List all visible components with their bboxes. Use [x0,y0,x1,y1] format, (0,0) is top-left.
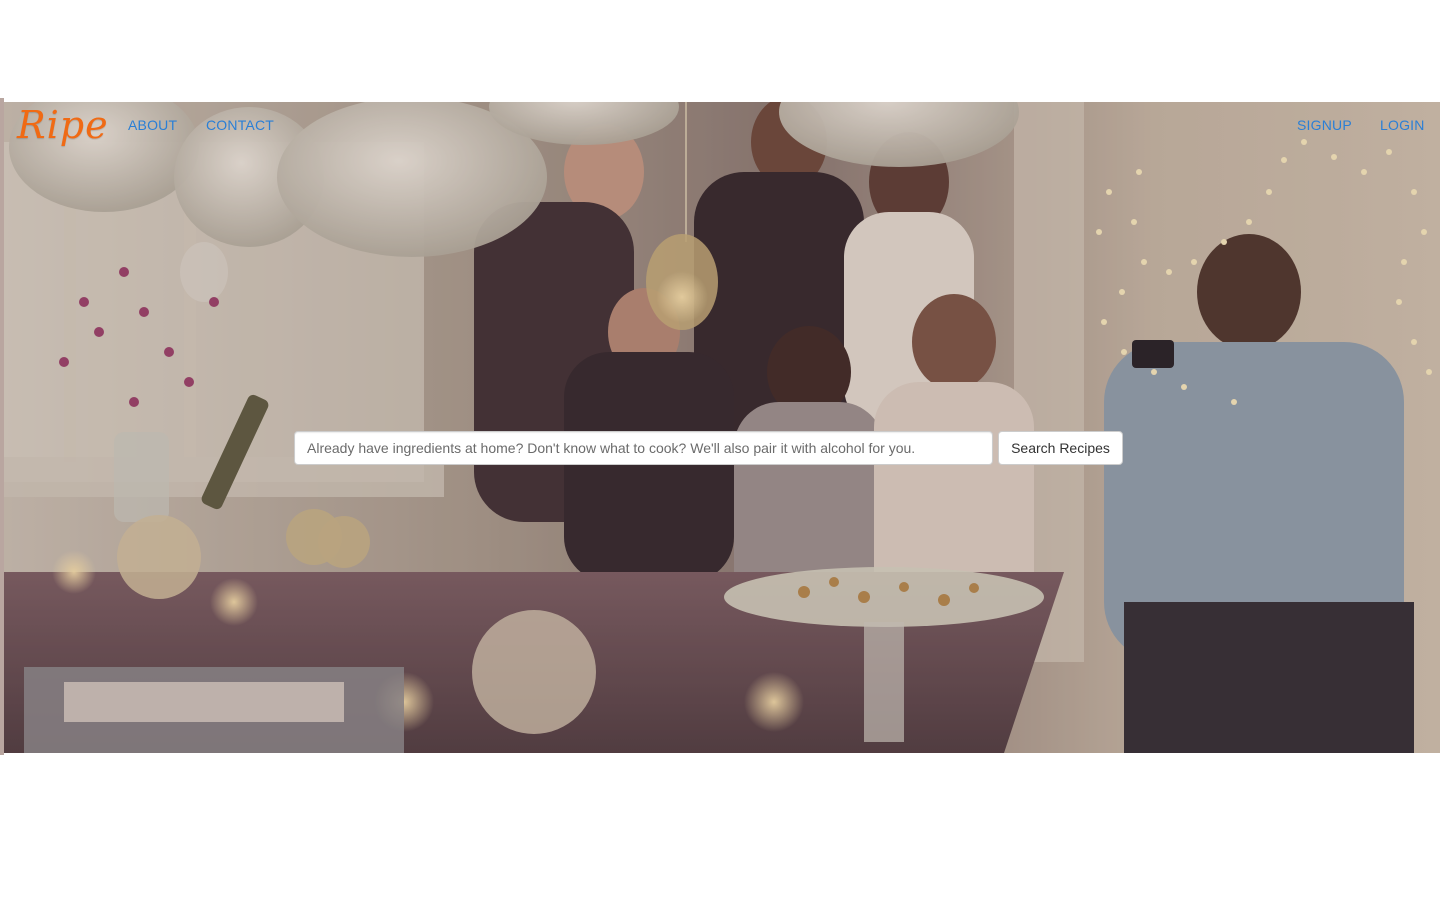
page: Ripe ABOUT CONTACT SIGNUP LOGIN Search R… [0,0,1440,900]
nav-about-link[interactable]: ABOUT [128,117,177,133]
dinner-party-photo [4,102,1440,753]
nav-login-link[interactable]: LOGIN [1380,117,1425,133]
ingredients-search-input[interactable] [294,431,993,465]
nav-contact-link[interactable]: CONTACT [206,117,274,133]
nav-signup-link[interactable]: SIGNUP [1297,117,1352,133]
hero-background [4,102,1440,753]
top-navbar: Ripe ABOUT CONTACT SIGNUP LOGIN [0,102,1440,152]
search-recipes-button[interactable]: Search Recipes [998,431,1123,465]
ripe-logo[interactable]: Ripe [17,102,109,148]
